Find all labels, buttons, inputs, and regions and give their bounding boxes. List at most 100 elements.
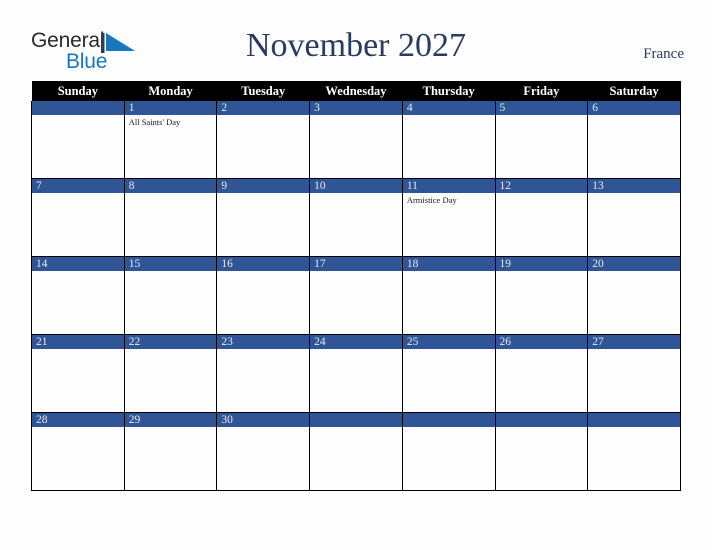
day-cell-content <box>588 413 680 490</box>
weekday-header-tuesday: Tuesday <box>216 81 310 101</box>
day-number: 17 <box>310 257 402 271</box>
day-cell-content: 17 <box>310 257 402 334</box>
calendar-day-cell[interactable]: 5 <box>494 101 589 179</box>
calendar-day-cell[interactable]: 29 <box>123 412 218 491</box>
day-number: 14 <box>32 257 124 271</box>
day-number: 19 <box>495 257 588 271</box>
day-cell-content: 6 <box>588 101 680 178</box>
calendar-day-cell[interactable]: 22 <box>123 334 218 413</box>
day-number: 29 <box>124 413 217 427</box>
day-cell-content: 8 <box>124 179 217 256</box>
day-cell-content: 22 <box>124 335 217 412</box>
calendar-day-cell[interactable]: 10 <box>309 178 403 257</box>
calendar-day-cell[interactable]: 30 <box>216 412 311 491</box>
day-cell-content: 28 <box>32 413 124 490</box>
calendar-day-cell[interactable]: 15 <box>123 256 218 335</box>
calendar-day-cell[interactable]: 26 <box>494 334 589 413</box>
day-number: 25 <box>402 335 495 349</box>
calendar-day-cell[interactable]: 3 <box>309 101 403 179</box>
day-cell-content: 30 <box>217 413 310 490</box>
day-number: 13 <box>588 179 680 193</box>
day-cell-content: 15 <box>124 257 217 334</box>
calendar-day-cell[interactable]: 19 <box>494 256 589 335</box>
day-number: 9 <box>217 179 310 193</box>
calendar-day-cell[interactable]: 11 Armistice Day <box>401 178 496 257</box>
calendar-day-cell[interactable]: 13 <box>587 178 681 257</box>
day-number: 4 <box>402 101 495 115</box>
holiday-label: All Saints' Day <box>128 117 181 127</box>
day-cell-content: 21 <box>32 335 124 412</box>
calendar-day-cell[interactable]: 2 <box>216 101 311 179</box>
day-cell-content: 16 <box>217 257 310 334</box>
day-number: 30 <box>217 413 310 427</box>
calendar-day-cell[interactable]: 4 <box>401 101 496 179</box>
day-cell-content: 2 <box>217 101 310 178</box>
calendar-day-cell[interactable]: 14 <box>31 256 125 335</box>
day-cell-content: 18 <box>402 257 495 334</box>
day-number: 27 <box>588 335 680 349</box>
weekday-header-saturday: Saturday <box>587 81 681 101</box>
day-number: 12 <box>495 179 588 193</box>
page-header: General Blue November 2027 France <box>0 0 712 78</box>
calendar-day-cell[interactable]: 18 <box>401 256 496 335</box>
day-cell-content: 5 <box>495 101 588 178</box>
day-number: 10 <box>310 179 402 193</box>
day-cell-content: 29 <box>124 413 217 490</box>
calendar-day-cell[interactable]: 17 <box>309 256 403 335</box>
day-cell-content: 1 All Saints' Day <box>124 101 217 178</box>
day-number: 8 <box>124 179 217 193</box>
page-title: November 2027 <box>245 27 466 64</box>
day-number: 7 <box>32 179 124 193</box>
calendar-empty-cell <box>587 412 681 491</box>
calendar-day-cell[interactable]: 23 <box>216 334 311 413</box>
calendar-day-cell[interactable]: 21 <box>31 334 125 413</box>
day-cell-content: 4 <box>402 101 495 178</box>
calendar-day-cell[interactable]: 16 <box>216 256 311 335</box>
calendar-day-cell[interactable]: 28 <box>31 412 125 491</box>
calendar-week-row: 7 8 9 10 11 Armistice Day 12 13 <box>31 178 681 257</box>
calendar-day-cell[interactable]: 24 <box>309 334 403 413</box>
calendar-week-row: 1 All Saints' Day 2 3 4 5 6 <box>31 101 681 179</box>
day-number: 26 <box>495 335 588 349</box>
day-number: 28 <box>32 413 124 427</box>
day-number: 20 <box>588 257 680 271</box>
calendar-day-cell[interactable]: 6 <box>587 101 681 179</box>
day-number: 6 <box>588 101 680 115</box>
day-cell-content: 7 <box>32 179 124 256</box>
calendar-day-cell[interactable]: 7 <box>31 178 125 257</box>
day-cell-content <box>402 413 495 490</box>
day-number: 3 <box>310 101 402 115</box>
calendar-day-cell[interactable]: 27 <box>587 334 681 413</box>
calendar-body: 1 All Saints' Day 2 3 4 5 6 7 8 9 10 11 Armistice Da… <box>31 101 681 491</box>
calendar-day-cell[interactable]: 25 <box>401 334 496 413</box>
calendar-day-cell[interactable]: 12 <box>494 178 589 257</box>
calendar-grid: Sunday Monday Tuesday Wednesday Thursday Frid… <box>31 81 681 491</box>
calendar-empty-cell <box>401 412 496 491</box>
day-number <box>402 413 495 427</box>
day-number: 11 <box>402 179 495 193</box>
calendar-week-row: 21 22 23 24 25 26 27 <box>31 334 681 413</box>
day-cell-content <box>32 101 124 178</box>
day-cell-content: 12 <box>495 179 588 256</box>
calendar-day-cell[interactable]: 20 <box>587 256 681 335</box>
day-cell-content: 14 <box>32 257 124 334</box>
day-events: Armistice Day <box>403 193 495 206</box>
day-cell-content <box>495 413 588 490</box>
calendar-header-row: Sunday Monday Tuesday Wednesday Thursday Frid… <box>31 81 681 101</box>
day-events: All Saints' Day <box>125 115 217 128</box>
day-cell-content: 9 <box>217 179 310 256</box>
day-number: 23 <box>217 335 310 349</box>
calendar-day-cell[interactable]: 9 <box>216 178 311 257</box>
calendar-day-cell[interactable]: 8 <box>123 178 218 257</box>
day-cell-content: 3 <box>310 101 402 178</box>
day-cell-content: 24 <box>310 335 402 412</box>
day-cell-content: 23 <box>217 335 310 412</box>
day-cell-content: 10 <box>310 179 402 256</box>
calendar-week-row: 14 15 16 17 18 19 20 <box>31 256 681 335</box>
day-cell-content: 25 <box>402 335 495 412</box>
weekday-header-friday: Friday <box>495 81 588 101</box>
weekday-header-monday: Monday <box>124 81 217 101</box>
holiday-label: Armistice Day <box>406 195 457 205</box>
day-number: 5 <box>495 101 588 115</box>
calendar-day-cell[interactable]: 1 All Saints' Day <box>123 101 218 179</box>
